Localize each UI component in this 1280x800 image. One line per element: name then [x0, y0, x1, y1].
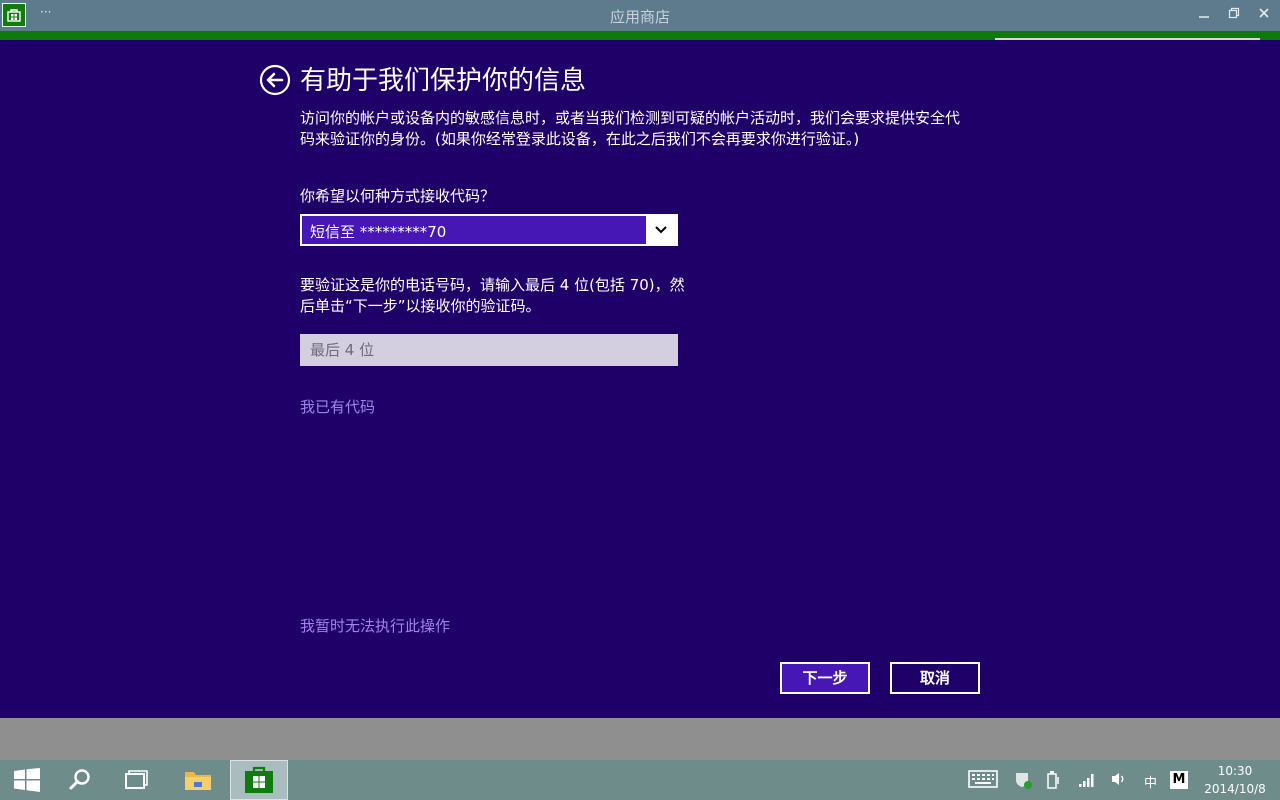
- taskbar-store-app[interactable]: [230, 760, 288, 800]
- dropdown-chevron[interactable]: [646, 216, 676, 244]
- desktop-background-strip: [0, 718, 1280, 760]
- power-tray[interactable]: [1046, 770, 1064, 790]
- description-text: 访问你的帐户或设备内的敏感信息时，或者当我们检测到可疑的帐户活动时，我们会要求提…: [300, 109, 961, 148]
- volume-tray[interactable]: [1110, 770, 1128, 790]
- have-code-link[interactable]: 我已有代码: [300, 396, 375, 417]
- ime-language-indicator[interactable]: 中: [1144, 772, 1157, 791]
- search-button[interactable]: [56, 760, 104, 800]
- ime-mode-indicator[interactable]: M: [1170, 771, 1188, 789]
- restore-icon: [1228, 7, 1240, 19]
- back-button[interactable]: [259, 64, 291, 96]
- receive-method-value: 短信至 *********70: [310, 223, 447, 241]
- battery-plug-icon: [1047, 771, 1059, 789]
- restore-button[interactable]: [1222, 4, 1246, 26]
- minimize-button[interactable]: [1192, 4, 1216, 26]
- verification-page: 有助于我们保护你的信息 访问你的帐户或设备内的敏感信息时，或者当我们检测到可疑的…: [0, 40, 1280, 718]
- next-button[interactable]: 下一步: [780, 662, 870, 694]
- verify-instructions: 要验证这是你的电话号码，请输入最后 4 位(包括 70)，然后单击“下一步”以接…: [300, 276, 685, 315]
- taskbar: 中 M 10:30 2014/10/8: [0, 760, 1280, 800]
- cant-do-now-link[interactable]: 我暂时无法执行此操作: [300, 615, 450, 636]
- back-arrow-icon: [259, 64, 291, 96]
- clock-time[interactable]: 10:30: [1200, 764, 1270, 778]
- cancel-button[interactable]: 取消: [890, 662, 980, 694]
- close-icon: [1259, 8, 1269, 18]
- start-button[interactable]: [2, 760, 50, 800]
- signal-bars-icon: [1079, 774, 1094, 787]
- minimize-icon: [1199, 16, 1209, 18]
- security-shield-icon: [1016, 773, 1032, 789]
- folder-icon: [185, 772, 211, 790]
- search-icon: [69, 769, 90, 790]
- file-explorer-button[interactable]: [172, 760, 220, 800]
- chevron-down-icon: [655, 226, 667, 234]
- windows-logo-icon: [14, 768, 40, 792]
- last-four-digits-input[interactable]: [300, 334, 678, 366]
- task-view-icon: [125, 770, 148, 789]
- keyboard-icon: [968, 770, 998, 788]
- receive-method-dropdown[interactable]: 短信至 *********70: [300, 214, 678, 246]
- store-taskbar-icon: [245, 766, 273, 793]
- window-title-bar: ··· 应用商店: [0, 0, 1280, 31]
- network-tray[interactable]: [1078, 770, 1098, 790]
- close-button[interactable]: [1252, 4, 1276, 26]
- task-view-button[interactable]: [112, 760, 160, 800]
- touch-keyboard-button[interactable]: [968, 770, 998, 790]
- window-title: 应用商店: [609, 8, 670, 26]
- clock-date[interactable]: 2014/10/8: [1200, 782, 1270, 796]
- action-center-tray[interactable]: [1014, 770, 1034, 790]
- page-title: 有助于我们保护你的信息: [300, 66, 587, 96]
- receive-method-label: 你希望以何种方式接收代码？: [300, 187, 496, 205]
- speaker-icon: [1112, 773, 1124, 785]
